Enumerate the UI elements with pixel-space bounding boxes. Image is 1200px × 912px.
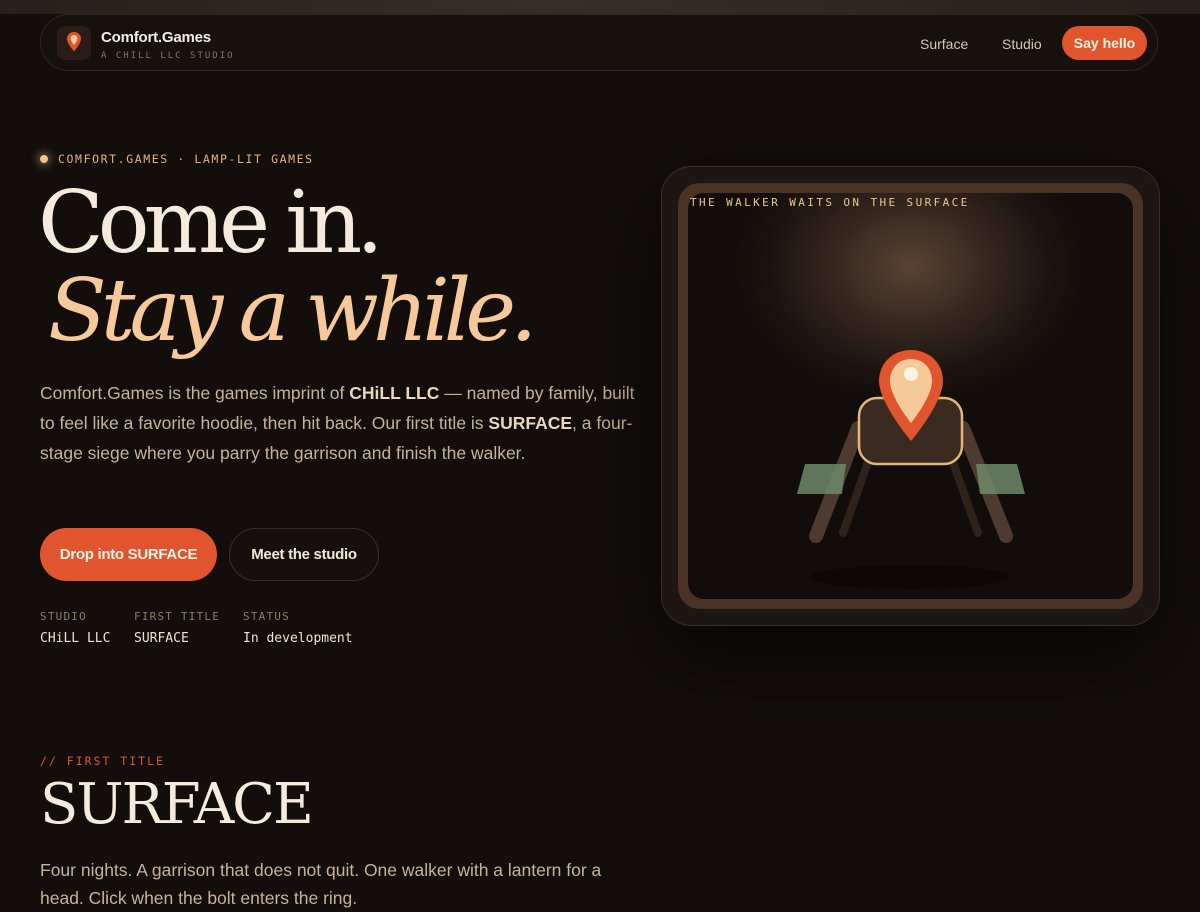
walker-with-pin-icon — [797, 350, 1025, 589]
lamp-dot-icon — [40, 155, 48, 163]
section-title: SURFACE — [40, 772, 314, 837]
meta-label-status: STATUS — [243, 610, 290, 623]
hero-eyebrow: COMFORT.GAMES · LAMP-LIT GAMES — [58, 152, 314, 166]
meta-label-studio: STUDIO — [40, 610, 87, 623]
hero-title-line1: Come in. — [38, 173, 384, 273]
brand-logo[interactable] — [57, 26, 91, 60]
brand-name[interactable]: Comfort.Games — [101, 29, 211, 46]
top-nav: Comfort.Games A CHILL LLC STUDIO Surface… — [40, 14, 1158, 71]
meta-value-studio: CHiLL LLC — [40, 631, 111, 646]
meet-the-studio-button[interactable]: Meet the studio — [229, 528, 379, 581]
meta-value-first-title: SURFACE — [134, 631, 189, 646]
nav-link-surface[interactable]: Surface — [920, 36, 968, 52]
nav-link-studio[interactable]: Studio — [1002, 36, 1042, 52]
lead-game-name: SURFACE — [488, 413, 573, 433]
drop-into-surface-button[interactable]: Drop into SURFACE — [40, 528, 217, 581]
section-eyebrow: // FIRST TITLE — [40, 754, 165, 768]
hero-title-line2: Stay a while. — [48, 261, 538, 361]
lead-text-a: Comfort.Games is the games imprint of — [40, 383, 350, 403]
hero-description: Comfort.Games is the games imprint of CH… — [40, 378, 640, 468]
art-scene — [688, 193, 1133, 599]
say-hello-button[interactable]: Say hello — [1062, 26, 1147, 60]
top-glow-strip — [0, 0, 1200, 14]
section-body: Four nights. A garrison that does not qu… — [40, 860, 602, 908]
brand-tagline: A CHILL LLC STUDIO — [101, 51, 235, 61]
lead-studio-name: CHiLL LLC — [349, 383, 440, 403]
art-caption: THE WALKER WAITS ON THE SURFACE — [690, 196, 970, 209]
meta-value-status: In development — [243, 631, 353, 646]
meta-label-first-title: FIRST TITLE — [134, 610, 221, 623]
map-pin-icon — [67, 32, 81, 52]
